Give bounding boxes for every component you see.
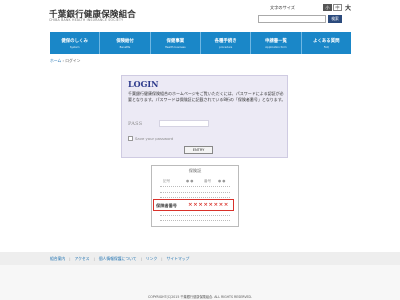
nav-item-benefits[interactable]: 保険給付 Benefits (100, 32, 151, 54)
login-description: 千葉銀行健康保険組合のホームページをご覧いただくには、パスワードによる認証が必要… (128, 91, 286, 102)
card-field-number: 番号 (204, 179, 212, 183)
login-title: LOGIN (128, 79, 159, 89)
footer-links: 組合案内 | アクセス | 個人情報保護について | リンク | サイトマップ (50, 256, 189, 262)
nav-item-procedure[interactable]: 各種手続き procedure (201, 32, 252, 54)
card-line (160, 215, 230, 216)
footer-link-sitemap[interactable]: サイトマップ (167, 256, 190, 262)
nav-item-label: 保健事業 (166, 38, 185, 44)
footer-separator: | (140, 256, 142, 261)
font-size-large-button[interactable]: 大 (345, 3, 351, 12)
nav-item-faq[interactable]: よくある質問 FAQ (302, 32, 351, 54)
breadcrumb-home-link[interactable]: ホーム (50, 58, 61, 63)
card-field-number-value: ● ● (218, 179, 226, 183)
footer-separator: | (69, 256, 71, 261)
font-size-medium-button[interactable]: 中 (333, 4, 342, 11)
footer-link-access[interactable]: アクセス (74, 256, 89, 262)
nav-item-sublabel: procedure (219, 45, 233, 49)
nav-item-sublabel: Health business (164, 45, 186, 49)
breadcrumb-separator: › (62, 58, 65, 63)
nav-item-label: 保険給付 (116, 38, 134, 44)
breadcrumb-current: ログイン (65, 58, 81, 63)
nav-item-sublabel: Benefits (119, 45, 131, 49)
nav-item-label: 各種手続き (214, 38, 237, 44)
password-label: PASS (128, 121, 143, 127)
nav-item-sublabel: FAQ (323, 45, 329, 49)
insurer-number-label: 保険者番号 (156, 203, 177, 208)
password-input[interactable] (159, 120, 209, 127)
nav-item-health-business[interactable]: 保健事業 Health business (151, 32, 201, 54)
card-field-symbol-value: ● ● (186, 179, 194, 183)
nav-item-sublabel: Application form (265, 45, 287, 49)
search-button[interactable]: 検索 (328, 15, 342, 23)
nav-item-sublabel: System (69, 45, 80, 49)
save-password-label[interactable]: Save your password (135, 136, 173, 141)
footer-link-links[interactable]: リンク (146, 256, 157, 262)
search-input[interactable] (258, 15, 326, 23)
font-size-label: 文字のサイズ (270, 5, 295, 10)
site-subtitle: CHIBA BANK HEALTH INSURANCE SOCIETY (49, 18, 124, 22)
insurance-card-title: 保険証 (188, 168, 202, 173)
font-size-small-button[interactable]: 小 (323, 4, 332, 11)
card-line (160, 186, 230, 187)
nav-item-system[interactable]: 健保のしくみ System (50, 32, 101, 54)
card-line (160, 197, 230, 198)
footer-separator: | (93, 256, 95, 261)
nav-item-label: よくある質問 (313, 38, 340, 44)
page: 千葉銀行健康保険組合 CHIBA BANK HEALTH INSURANCE S… (0, 0, 400, 300)
copyright: COPYRIGHT(C)2015 千葉銀行健康保険組合. ALL RIGHTS … (148, 295, 252, 299)
nav-item-label: 申請書一覧 (264, 38, 287, 44)
nav-item-label: 健保のしくみ (61, 38, 88, 44)
card-line (160, 192, 230, 193)
footer-link-privacy[interactable]: 個人情報保護について (99, 256, 137, 262)
card-field-symbol: 記号 (163, 179, 171, 183)
footer-link-about[interactable]: 組合案内 (50, 256, 65, 262)
save-password-checkbox[interactable] (128, 136, 133, 141)
footer-separator: | (161, 256, 163, 261)
insurer-number-value: ×××××××× (188, 202, 229, 208)
nav-item-application-form[interactable]: 申請書一覧 Application form (251, 32, 302, 54)
breadcrumb: ホーム › ログイン (50, 58, 80, 64)
main-navigation: 健保のしくみ System 保険給付 Benefits 保健事業 Health … (50, 32, 351, 54)
entry-button[interactable]: ENTRY (184, 146, 213, 154)
insurance-card-illustration (151, 165, 239, 227)
card-line (160, 220, 230, 221)
